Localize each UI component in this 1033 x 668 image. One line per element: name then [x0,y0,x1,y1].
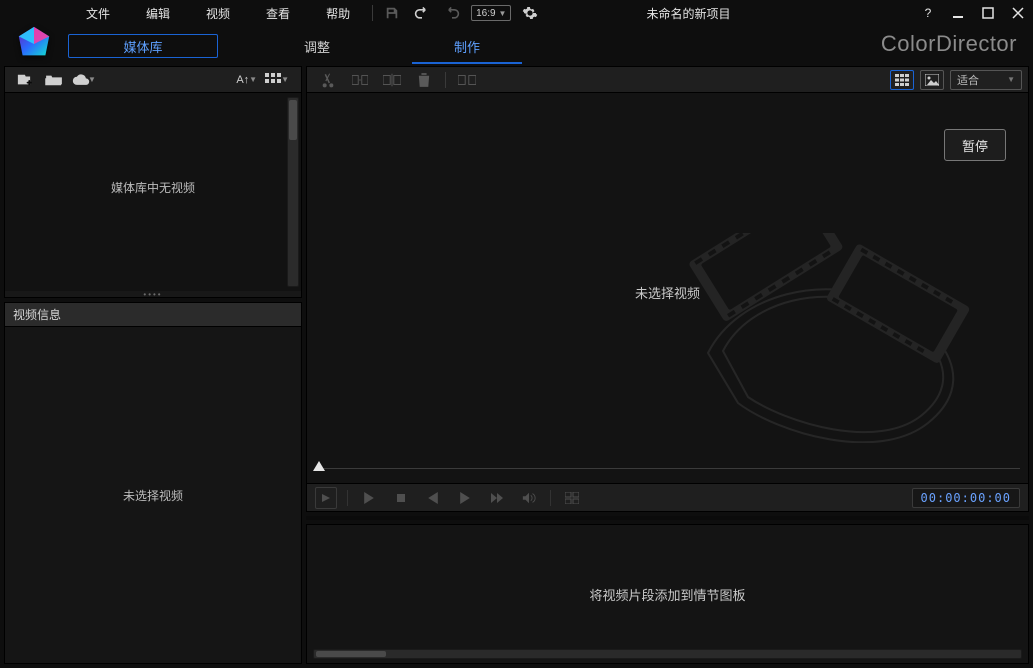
fast-forward-icon[interactable] [486,487,508,509]
next-frame-icon[interactable] [454,487,476,509]
project-title: 未命名的新项目 [647,5,731,22]
chevron-down-icon: ▼ [281,75,289,84]
menu-separator [372,5,373,21]
video-info-panel: 视频信息 未选择视频 [4,302,302,664]
sort-button[interactable]: A↑ [236,74,249,86]
pause-button[interactable]: 暂停 [944,129,1006,161]
preview-panel: 适合 ▼ 暂停 未选择视频 [306,66,1029,512]
scrollbar-vertical[interactable] [287,97,299,287]
media-toolbar: ▼ A↑ ▼ ▼ [5,67,301,93]
tab-library[interactable]: 媒体库 [68,34,218,58]
panel-resize-handle[interactable]: •••• [5,291,301,297]
snapshot-icon[interactable] [561,487,583,509]
zoom-fit-select[interactable]: 适合 ▼ [950,70,1022,90]
storyboard-body[interactable]: 将视频片段添加到情节图板 [307,525,1028,663]
view-thumbnails-icon[interactable] [890,70,914,90]
transport-bar: 00:00:00:00 [307,483,1028,511]
chevron-down-icon: ▼ [88,75,96,84]
separator [347,490,348,506]
view-image-icon[interactable] [920,70,944,90]
brand-label: ColorDirector [881,31,1017,57]
menu-video[interactable]: 视频 [188,0,248,26]
tab-adjust[interactable]: 调整 [242,34,392,58]
media-library-panel: ▼ A↑ ▼ ▼ 媒体库中无视频 •••• [4,66,302,298]
maximize-button[interactable] [973,0,1003,26]
tab-produce[interactable]: 制作 [392,34,542,58]
separator [550,490,551,506]
view-grid-icon[interactable] [265,73,281,87]
scrollbar-horizontal[interactable] [313,649,1022,659]
storyboard-empty-label: 将视频片段添加到情节图板 [589,585,745,604]
filmstrip-graphic [678,233,998,443]
scrub-bar[interactable] [315,461,1020,475]
close-button[interactable] [1003,0,1033,26]
video-info-header: 视频信息 [5,303,301,327]
stop-icon[interactable] [390,487,412,509]
delete-icon[interactable] [409,69,439,91]
chevron-down-icon: ▼ [499,9,507,18]
import-folder-icon[interactable] [41,69,67,91]
main-tabs-row: 媒体库 调整 制作 ColorDirector [0,26,1033,62]
chevron-down-icon: ▼ [1007,75,1015,84]
workspace: ▼ A↑ ▼ ▼ 媒体库中无视频 •••• 视频信息 [0,62,1033,668]
split-icon[interactable] [377,69,407,91]
media-library-body: 媒体库中无视频 [5,93,301,291]
timecode-display[interactable]: 00:00:00:00 [912,488,1020,508]
minimize-button[interactable] [943,0,973,26]
zoom-fit-label: 适合 [957,72,979,88]
play-icon[interactable] [358,487,380,509]
cloud-icon[interactable]: ▼ [71,69,97,91]
menu-file[interactable]: 文件 [68,0,128,26]
panel-resize-handle[interactable] [306,516,1029,520]
aspect-ratio-label: 16:9 [476,8,495,19]
import-file-icon[interactable] [11,69,37,91]
settings-icon[interactable] [515,0,545,26]
preview-toolbar: 适合 ▼ [307,67,1028,93]
menu-help[interactable]: 帮助 [308,0,368,26]
aspect-ratio-select[interactable]: 16:9 ▼ [471,5,511,21]
play-range-icon[interactable] [315,487,337,509]
scrub-track [315,468,1020,469]
undo-icon[interactable] [407,0,437,26]
menubar: 文件 编辑 视频 查看 帮助 16:9 ▼ 未命名的新项目 ? [0,0,1033,26]
video-info-body: 未选择视频 [5,327,301,663]
scrub-thumb-icon[interactable] [313,461,325,471]
right-column: 适合 ▼ 暂停 未选择视频 [306,66,1029,664]
cut-icon[interactable] [313,69,343,91]
menu-view[interactable]: 查看 [248,0,308,26]
storyboard-panel: 将视频片段添加到情节图板 [306,524,1029,664]
preview-viewport: 暂停 未选择视频 [307,93,1028,483]
menu-edit[interactable]: 编辑 [128,0,188,26]
left-column: ▼ A↑ ▼ ▼ 媒体库中无视频 •••• 视频信息 [4,66,302,664]
prev-frame-icon[interactable] [422,487,444,509]
app-logo [0,26,68,62]
select-all-icon[interactable] [345,69,375,91]
redo-icon[interactable] [437,0,467,26]
toolbar-separator [445,72,446,88]
logo-slot [0,0,68,26]
chevron-down-icon: ▼ [249,75,257,84]
video-info-empty-label: 未选择视频 [123,487,183,504]
volume-icon[interactable] [518,487,540,509]
marker-icon[interactable] [452,69,482,91]
media-empty-label: 媒体库中无视频 [111,179,195,206]
save-icon[interactable] [377,0,407,26]
help-button[interactable]: ? [913,0,943,26]
